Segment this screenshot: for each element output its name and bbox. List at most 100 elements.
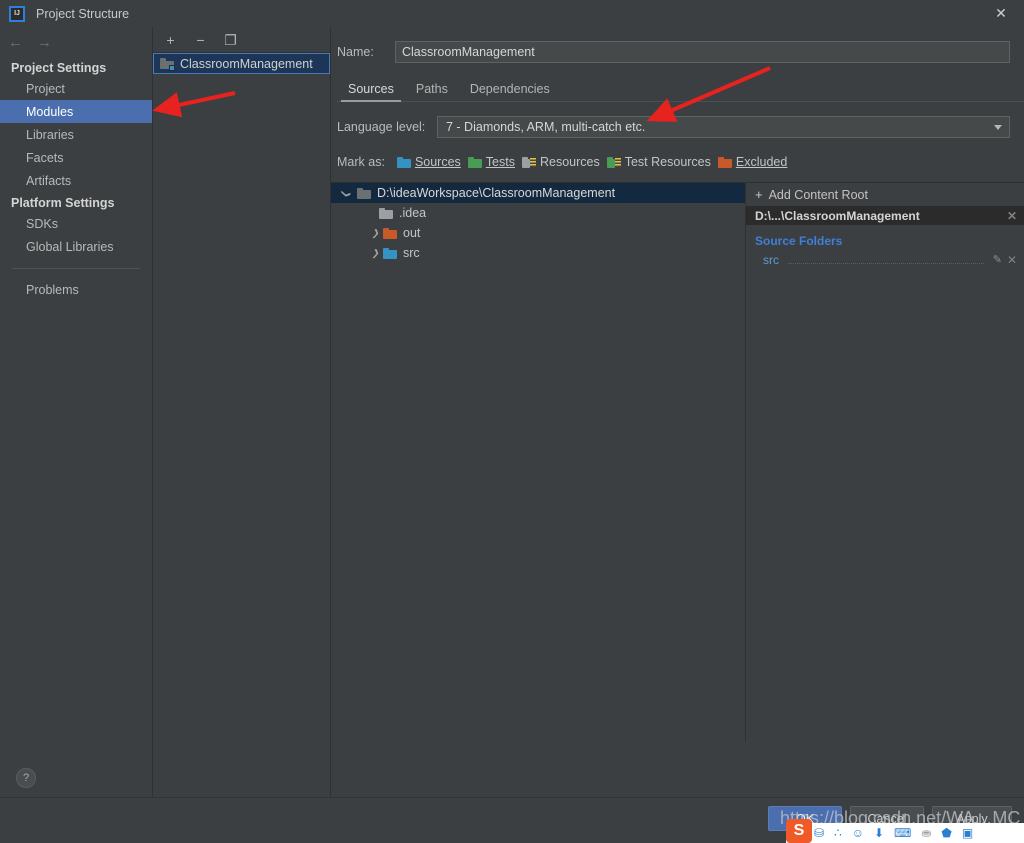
ime-keyboard-mode-icon[interactable]: ⛁ (814, 827, 824, 839)
edit-pencil-icon[interactable]: ✎ (993, 253, 1002, 266)
sogou-ime-logo-icon[interactable]: S (786, 819, 812, 843)
remove-module-icon[interactable]: − (193, 32, 208, 47)
copy-module-icon[interactable]: ❐ (223, 32, 238, 47)
module-name-input[interactable] (395, 41, 1010, 63)
module-name-label: Name: (337, 45, 374, 59)
mark-as-excluded-label: Excluded (735, 155, 788, 169)
chevron-right-icon[interactable] (335, 228, 383, 239)
sidebar-item-libraries[interactable]: Libraries (0, 123, 152, 146)
language-level-label: Language level: (337, 120, 426, 134)
root-folder-icon (357, 187, 371, 199)
src-folder-icon (383, 247, 397, 259)
idea-folder-icon (379, 207, 393, 219)
content-root-tree: D:\ideaWorkspace\ClassroomManagement .id… (331, 182, 746, 742)
chevron-right-icon[interactable] (335, 248, 383, 259)
sidebar-item-problems[interactable]: Problems (0, 278, 152, 301)
sidebar-item-artifacts[interactable]: Artifacts (0, 169, 152, 192)
project-structure-dialog: IJ Project Structure ✕ ← → Project Setti… (0, 0, 1024, 843)
ime-voice-icon[interactable]: ⬇ (874, 827, 884, 839)
tree-row[interactable]: D:\ideaWorkspace\ClassroomManagement (331, 183, 745, 203)
source-folders-title: Source Folders (755, 234, 843, 248)
language-level-value: 7 - Diamonds, ARM, multi-catch etc. (446, 120, 646, 134)
sidebar-group-project-settings: Project Settings (11, 61, 107, 75)
mark-as-sources-label: Sources (414, 155, 461, 169)
sidebar-group-platform-settings: Platform Settings (11, 196, 115, 210)
module-editor-pane: Name: Sources Paths Dependencies Languag… (330, 27, 1024, 797)
language-level-row: Language level: 7 - Diamonds, ARM, multi… (337, 116, 1010, 138)
leader-dots (788, 255, 984, 264)
tree-row[interactable]: .idea (331, 203, 745, 223)
mark-as-label: Mark as: (337, 155, 385, 169)
remove-source-folder-icon[interactable]: ✕ (1007, 254, 1017, 266)
close-icon[interactable]: ✕ (978, 0, 1024, 27)
help-button[interactable]: ? (16, 768, 36, 788)
mark-as-test-resources-button[interactable]: Test Resources (606, 155, 718, 169)
mark-as-tests-label: Tests (485, 155, 515, 169)
mark-as-resources-button[interactable]: Resources (521, 155, 607, 169)
ime-account-icon[interactable]: ⛂ (921, 827, 931, 839)
content-root-header: D:\...\ClassroomManagement ✕ (746, 206, 1024, 225)
tab-sources[interactable]: Sources (337, 82, 405, 102)
remove-content-root-icon[interactable]: ✕ (1007, 210, 1017, 222)
sidebar-divider (12, 268, 140, 269)
chevron-down-icon[interactable] (335, 188, 357, 199)
content-root-details-panel: + Add Content Root D:\...\ClassroomManag… (746, 182, 1024, 742)
module-list-panel: + − ❐ ClassroomManagement (152, 27, 330, 797)
ime-toolbox-icon[interactable]: ▣ (962, 827, 973, 839)
add-module-icon[interactable]: + (163, 32, 178, 47)
navigation-arrows: ← → (0, 27, 152, 57)
window-title: Project Structure (36, 6, 130, 21)
tree-row-label: src (403, 246, 420, 260)
tree-row[interactable]: src (331, 243, 745, 263)
mark-as-resources-label: Resources (539, 155, 600, 169)
tree-row-label: .idea (399, 206, 427, 220)
title-bar: IJ Project Structure ✕ (0, 0, 1024, 27)
module-name-row: Name: (331, 27, 1024, 63)
content-root-path: D:\...\ClassroomManagement (755, 208, 920, 223)
module-tabs: Sources Paths Dependencies (337, 77, 1024, 102)
module-toolbar: + − ❐ (153, 27, 330, 53)
sidebar-item-sdks[interactable]: SDKs (0, 212, 152, 235)
sources-folder-icon (396, 156, 411, 168)
tree-row-label: D:\ideaWorkspace\ClassroomManagement (377, 186, 616, 200)
ime-softkeyboard-icon[interactable]: ⌨ (894, 827, 911, 839)
ime-emoji-icon[interactable]: ☺ (852, 827, 864, 839)
tab-paths[interactable]: Paths (405, 82, 459, 102)
ime-toolbar[interactable]: ⛁ ∴ ☺ ⬇ ⌨ ⛂ ⬟ ▣ (786, 823, 1024, 843)
ime-skin-icon[interactable]: ⬟ (941, 827, 951, 839)
mark-as-tests-button[interactable]: Tests (467, 155, 522, 169)
sidebar-item-facets[interactable]: Facets (0, 146, 152, 169)
settings-sidebar: ← → Project Settings Project Modules Lib… (0, 27, 152, 797)
sidebar-item-global-libraries[interactable]: Global Libraries (0, 235, 152, 258)
module-item-classroommanagement[interactable]: ClassroomManagement (153, 53, 330, 74)
sidebar-item-project[interactable]: Project (0, 77, 152, 100)
plus-icon: + (755, 187, 763, 202)
back-arrow-icon[interactable]: ← (8, 35, 23, 50)
resources-folder-icon (521, 156, 536, 168)
source-folder-row[interactable]: src ✎ ✕ (746, 250, 1024, 269)
forward-arrow-icon[interactable]: → (37, 35, 52, 50)
tree-row[interactable]: out (331, 223, 745, 243)
language-level-dropdown[interactable]: 7 - Diamonds, ARM, multi-catch etc. (437, 116, 1010, 138)
add-content-root-button[interactable]: + Add Content Root (746, 183, 1024, 206)
test-resources-folder-icon (606, 156, 621, 168)
out-folder-icon (383, 227, 397, 239)
tree-row-label: out (403, 226, 421, 240)
intellij-logo-icon: IJ (9, 5, 25, 22)
tab-dependencies[interactable]: Dependencies (459, 82, 561, 102)
add-content-root-label: Add Content Root (768, 187, 868, 202)
module-folder-icon (160, 58, 175, 71)
mark-as-row: Mark as: Sources Tests Resources Test Re… (337, 155, 1024, 169)
ime-punctuation-icon[interactable]: ∴ (834, 827, 842, 839)
mark-as-test-resources-label: Test Resources (624, 155, 711, 169)
module-item-label: ClassroomManagement (180, 56, 313, 71)
module-list: ClassroomManagement (153, 53, 330, 74)
chevron-down-icon (994, 124, 1002, 130)
content-roots-area: D:\ideaWorkspace\ClassroomManagement .id… (331, 182, 1024, 742)
intellij-logo-text: IJ (14, 10, 20, 17)
source-folder-name: src (763, 252, 779, 267)
mark-as-sources-button[interactable]: Sources (396, 155, 468, 169)
sidebar-item-modules[interactable]: Modules (0, 100, 152, 123)
tests-folder-icon (467, 156, 482, 168)
mark-as-excluded-button[interactable]: Excluded (717, 155, 794, 169)
